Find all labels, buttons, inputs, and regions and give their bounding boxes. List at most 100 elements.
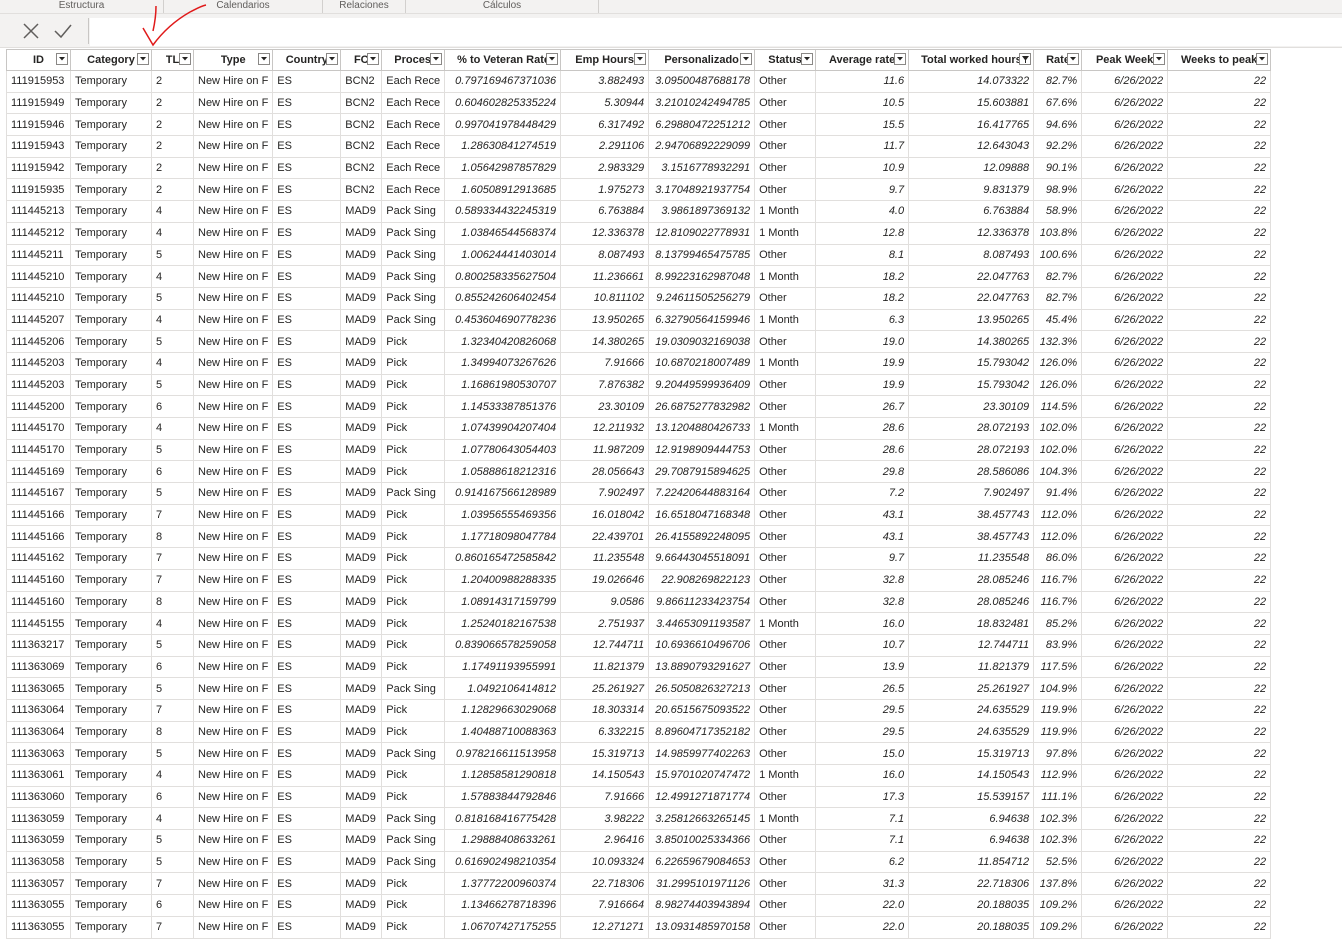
table-row[interactable]: 111363059 Temporary 4 New Hire on F ES MAD9 Pa… [6,807,1272,831]
cell-personalizado: 2.94706892229099 [648,135,756,158]
table-row[interactable]: 111445203 Temporary 5 New Hire on F ES MAD9 Pi… [6,373,1272,397]
column-header-type[interactable]: Type [192,49,274,71]
table-row[interactable]: 111445160 Temporary 8 New Hire on F ES MAD9 Pi… [6,590,1272,614]
column-filter-dropdown-icon[interactable] [258,53,271,65]
table-row[interactable]: 111915943 Temporary 2 New Hire on F ES BCN2 Ea… [6,135,1272,158]
table-row[interactable]: 111363061 Temporary 4 New Hire on F ES MAD9 Pi… [6,764,1272,787]
column-filter-dropdown-icon[interactable] [546,53,559,65]
table-row[interactable]: 111445170 Temporary 4 New Hire on F ES MAD9 Pi… [6,417,1272,440]
table-row[interactable]: 111445160 Temporary 7 New Hire on F ES MAD9 Pi… [6,568,1272,592]
table-row[interactable]: 111445155 Temporary 4 New Hire on F ES MAD9 Pi… [6,612,1272,635]
column-header-category[interactable]: Category [70,49,152,71]
column-filter-dropdown-icon[interactable] [1067,53,1080,65]
cell-country: ES [272,351,342,375]
column-header-peak-week[interactable]: Peak Week [1081,49,1169,71]
cell-peak-week: 6/26/2022 [1081,70,1169,93]
table-row[interactable]: 111445203 Temporary 4 New Hire on F ES MAD9 Pi… [6,351,1272,375]
cell-fc: MAD9 [340,373,383,397]
cell-process: Pick [381,915,446,939]
column-filter-dropdown-icon[interactable] [430,53,443,65]
column-header-id[interactable]: ID [6,49,71,71]
cell-rate: 126.0% [1033,351,1083,375]
table-row[interactable]: 111915942 Temporary 2 New Hire on F ES BCN2 Ea… [6,156,1272,180]
column-header-total-worked-hours[interactable]: Total worked hours [908,49,1035,71]
column-header-country[interactable]: Country [272,49,342,71]
table-row[interactable]: 111915935 Temporary 2 New Hire on F ES BCN2 Ea… [6,178,1272,202]
cell-average-rate: 12.8 [815,221,910,245]
cell-id: 111445203 [6,373,71,397]
table-row[interactable]: 111363059 Temporary 5 New Hire on F ES MAD9 Pa… [6,829,1272,852]
column-filter-dropdown-icon[interactable] [137,53,149,65]
cell-personalizado: 6.22659679084653 [648,850,756,874]
ribbon-tab-calculos[interactable]: Cálculos [406,0,599,13]
cell-average-rate: 22.0 [815,915,910,939]
table-row[interactable]: 111445206 Temporary 5 New Hire on F ES MAD9 Pi… [6,330,1272,353]
column-filter-dropdown-icon[interactable] [740,53,753,65]
cell-personalizado: 20.6515675093522 [648,698,756,722]
table-row[interactable]: 111363055 Temporary 6 New Hire on F ES MAD9 Pi… [6,894,1272,917]
column-filter-dropdown-icon[interactable] [326,53,339,65]
ribbon-tab-estructura[interactable]: Estructura [0,0,164,13]
table-row[interactable]: 111363064 Temporary 8 New Hire on F ES MAD9 Pi… [6,720,1272,744]
column-header-process[interactable]: Process [381,49,446,71]
cell-average-rate: 10.5 [815,91,910,115]
table-row[interactable]: 111363065 Temporary 5 New Hire on F ES MAD9 Pa… [6,677,1272,700]
table-row[interactable]: 111445169 Temporary 6 New Hire on F ES MAD9 Pi… [6,460,1272,484]
column-header-average-rate[interactable]: Average rate [815,49,910,71]
column-header-tl[interactable]: TL [151,49,194,71]
column-filter-dropdown-icon[interactable] [179,53,191,65]
table-row[interactable]: 111445166 Temporary 7 New Hire on F ES MAD9 Pi… [6,503,1272,527]
column-header-emp-hours[interactable]: Emp Hours [560,49,650,71]
table-row[interactable]: 111445210 Temporary 5 New Hire on F ES MAD9 Pa… [6,286,1272,310]
table-row[interactable]: 111445213 Temporary 4 New Hire on F ES MAD9 Pa… [6,200,1272,223]
column-filter-dropdown-icon[interactable] [801,53,814,65]
cell-id: 111363059 [6,807,71,831]
column-filter-dropdown-icon[interactable] [1153,53,1166,65]
table-row[interactable]: 111445210 Temporary 4 New Hire on F ES MAD9 Pa… [6,265,1272,288]
table-row[interactable]: 111915953 Temporary 2 New Hire on F ES BCN2 Ea… [6,70,1272,93]
table-row[interactable]: 111363217 Temporary 5 New Hire on F ES MAD9 Pi… [6,633,1272,657]
column-header-fc[interactable]: FC [340,49,383,71]
column-filter-dropdown-icon[interactable] [56,53,68,65]
table-row[interactable]: 111445166 Temporary 8 New Hire on F ES MAD9 Pi… [6,525,1272,549]
cell-status: Other [754,438,817,462]
column-header-weeks-to-peak[interactable]: Weeks to peak [1167,49,1272,71]
sort-filter-icon[interactable] [1019,53,1032,65]
table-row[interactable]: 111445170 Temporary 5 New Hire on F ES MAD9 Pi… [6,438,1272,462]
cell-weeks-to-peak: 22 [1167,698,1272,722]
table-row[interactable]: 111915949 Temporary 2 New Hire on F ES BCN2 Ea… [6,91,1272,115]
column-filter-dropdown-icon[interactable] [367,53,380,65]
ribbon-tab-relaciones[interactable]: Relaciones [323,0,406,13]
table-row[interactable]: 111363055 Temporary 7 New Hire on F ES MAD9 Pi… [6,915,1272,939]
column-header-status[interactable]: Status [754,49,817,71]
column-filter-dropdown-icon[interactable] [1256,53,1269,65]
cell-process: Pack Sing [381,265,446,288]
cell-category: Temporary [70,503,152,527]
table-row[interactable]: 111363060 Temporary 6 New Hire on F ES MAD9 Pi… [6,785,1272,809]
table-row[interactable]: 111363064 Temporary 7 New Hire on F ES MAD9 Pi… [6,698,1272,722]
table-row[interactable]: 111363069 Temporary 6 New Hire on F ES MAD9 Pi… [6,655,1272,679]
table-row[interactable]: 111363057 Temporary 7 New Hire on F ES MAD9 Pi… [6,872,1272,896]
table-row[interactable]: 111445200 Temporary 6 New Hire on F ES MAD9 Pi… [6,395,1272,418]
column-header-personalizado[interactable]: Personalizado [648,49,756,71]
cancel-button[interactable] [20,20,42,42]
column-filter-dropdown-icon[interactable] [894,53,907,65]
cell-total-worked-hours: 22.047763 [908,265,1035,288]
ribbon-tab-calendarios[interactable]: Calendarios [164,0,323,13]
cell-total-worked-hours: 25.261927 [908,677,1035,700]
column-header-to-veteran-rate[interactable]: % to Veteran Rate [444,49,562,71]
table-row[interactable]: 111445211 Temporary 5 New Hire on F ES MAD9 Pa… [6,243,1272,267]
cell-to-veteran-rate: 1.28630841274519 [444,135,562,158]
formula-input[interactable] [90,18,1342,46]
table-row[interactable]: 111445162 Temporary 7 New Hire on F ES MAD9 Pi… [6,547,1272,570]
table-row[interactable]: 111915946 Temporary 2 New Hire on F ES BCN2 Ea… [6,113,1272,137]
table-row[interactable]: 111363058 Temporary 5 New Hire on F ES MAD9 Pa… [6,850,1272,874]
table-row[interactable]: 111445212 Temporary 4 New Hire on F ES MAD9 Pa… [6,221,1272,245]
column-header-rate[interactable]: Rate [1033,49,1083,71]
table-row[interactable]: 111445167 Temporary 5 New Hire on F ES MAD9 Pa… [6,482,1272,505]
column-filter-dropdown-icon[interactable] [634,53,647,65]
commit-button[interactable] [52,20,74,42]
table-row[interactable]: 111445207 Temporary 4 New Hire on F ES MAD9 Pa… [6,308,1272,332]
cell-process: Pack Sing [381,308,446,332]
table-row[interactable]: 111363063 Temporary 5 New Hire on F ES MAD9 Pa… [6,742,1272,765]
